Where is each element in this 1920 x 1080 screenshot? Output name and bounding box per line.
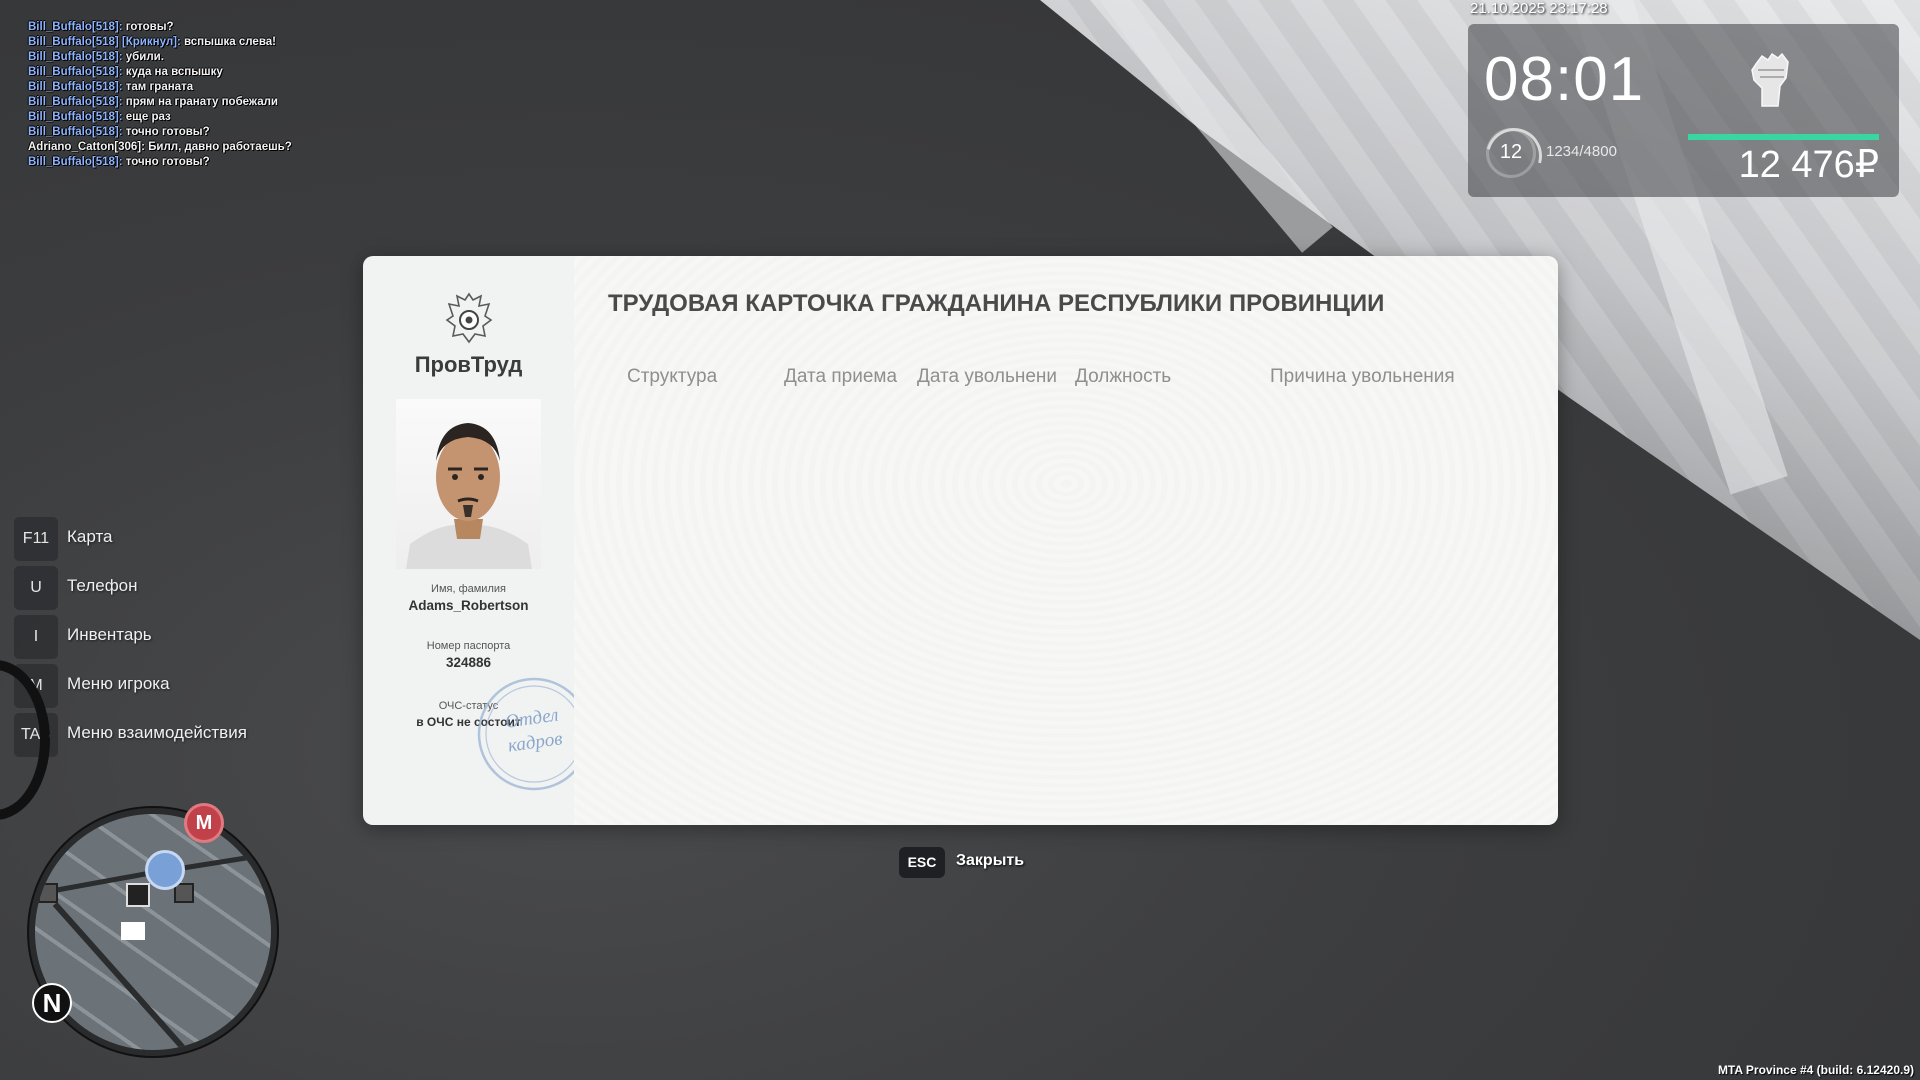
chat-line: Bill_Buffalo[518]: там граната: [28, 81, 194, 93]
name-label: Имя, фамилия: [431, 583, 506, 595]
chat-line: Bill_Buffalo[518]: точно готовы?: [28, 156, 210, 168]
stamp-line-2: кадров: [507, 728, 564, 756]
chat-line: Bill_Buffalo[518]: прям на гранату побеж…: [28, 96, 278, 108]
close-button[interactable]: Закрыть: [956, 852, 1024, 870]
card-content: [574, 256, 1558, 825]
menu-key: I: [14, 615, 58, 659]
hud-clock: 08:01: [1484, 45, 1645, 114]
player-marker-icon: [145, 850, 185, 890]
passport-value: 324886: [445, 655, 492, 670]
card-title: ТРУДОВАЯ КАРТОЧКА ГРАЖДАНИНА РЕСПУБЛИКИ …: [608, 290, 1385, 317]
metro-icon: M: [184, 803, 224, 843]
name-value: Adams_Robertson: [408, 598, 529, 613]
chat-line: Bill_Buffalo[518]: еще раз: [28, 111, 171, 123]
character-portrait: [406, 423, 532, 569]
money-value: 12 476₽: [1738, 144, 1879, 186]
chat-line: Bill_Buffalo[518] [Крикнул]: вспышка сле…: [28, 36, 276, 48]
menu-key: F11: [14, 517, 58, 561]
character-photo: [396, 399, 541, 569]
chat-line: Bill_Buffalo[518]: убили.: [28, 51, 164, 63]
build-version: MTA Province #4 (build: 6.12420.9): [1717, 1063, 1914, 1077]
menu-label: Меню взаимодействия: [67, 723, 247, 742]
fist-icon: [1751, 52, 1789, 107]
minimap-roads: [35, 851, 271, 1050]
menu-label: Инвентарь: [67, 625, 152, 644]
level-ring: 12: [1486, 128, 1536, 178]
chat-line: Bill_Buffalo[518]: готовы?: [28, 21, 174, 33]
card-sidebar: ПровТруд Имя, фамилия Adams_Robertson Но…: [363, 256, 591, 825]
coat-of-arms-icon: [445, 292, 493, 344]
column-header-dismissal-reason: Причина увольнения: [1270, 366, 1455, 387]
stamp-line-1: Отдел: [504, 705, 560, 733]
column-header-dismissal-date: Дата увольнени: [917, 366, 1058, 387]
org-name: ПровТруд: [414, 352, 523, 377]
column-header-position: Должность: [1075, 366, 1172, 387]
employment-card: ПровТруд Имя, фамилия Adams_Robertson Но…: [363, 256, 1558, 825]
column-header-structure: Структура: [627, 366, 718, 387]
north-indicator-icon: N: [32, 983, 72, 1023]
menu-label: Телефон: [67, 576, 138, 595]
level-value: 12: [1499, 141, 1523, 163]
hud-panel: 08:01 12 1234/4800 12 476₽: [1468, 24, 1899, 197]
hud-datetime: 21.10.2025 23:17:28: [1470, 0, 1608, 17]
chat-line: Adriano_Catton[306]: Билл, давно работае…: [28, 141, 292, 153]
health-bar: [1688, 134, 1879, 140]
chat-line: Bill_Buffalo[518]: точно готовы?: [28, 126, 210, 138]
chat-log: Bill_Buffalo[518]: готовы? Bill_Buffalo[…: [28, 20, 292, 170]
passport-label: Номер паспорта: [426, 640, 511, 652]
menu-key: U: [14, 566, 58, 610]
column-header-hire-date: Дата приема: [784, 366, 898, 387]
chat-line: Bill_Buffalo[518]: куда на вспышку: [28, 66, 223, 78]
xp-progress: 1234/4800: [1546, 143, 1617, 160]
esc-key-button[interactable]: ESC: [899, 847, 945, 878]
minimap[interactable]: [29, 808, 277, 1056]
menu-label: Карта: [67, 527, 113, 546]
menu-label: Меню игрока: [67, 674, 170, 693]
